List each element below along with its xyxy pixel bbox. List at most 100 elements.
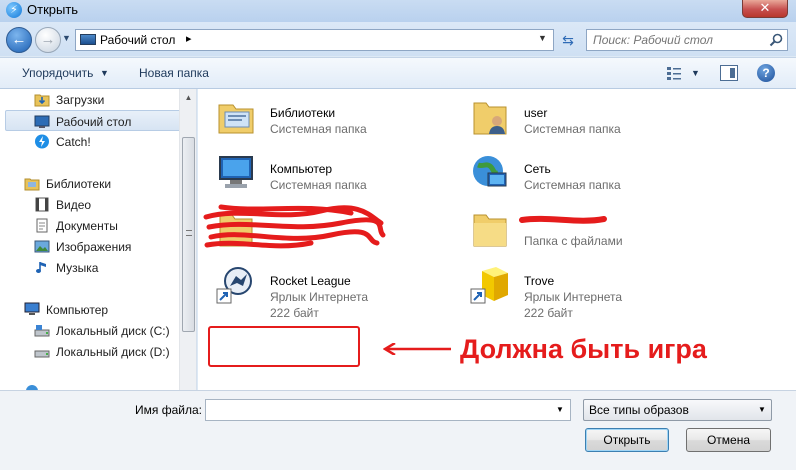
nav-label: Документы: [56, 219, 118, 233]
nav-label: Изображения: [56, 240, 132, 254]
organize-caret-icon[interactable]: ▼: [100, 68, 109, 78]
network-icon: [473, 156, 507, 187]
red-scribble-redaction: [203, 204, 386, 249]
filename-combobox[interactable]: ▼: [205, 399, 571, 421]
desktop-icon: [80, 34, 96, 45]
filename-dropdown-icon[interactable]: ▼: [556, 405, 564, 414]
nav-item-downloads[interactable]: Загрузки: [6, 89, 184, 110]
address-path[interactable]: Рабочий стол: [100, 33, 175, 47]
address-bar[interactable]: Рабочий стол ▸ ▼: [75, 29, 554, 51]
change-view-icon[interactable]: [666, 65, 682, 81]
file-item-computer[interactable]: Компьютер Системная папка: [198, 145, 438, 195]
scroll-grip: [186, 230, 192, 236]
nav-item-pictures[interactable]: Изображения: [6, 236, 184, 257]
command-bar: Упорядочить ▼ Новая папка ▼ ?: [0, 57, 796, 89]
file-size: 222 байт: [270, 306, 319, 320]
file-name: user: [524, 106, 548, 120]
nav-item-computer[interactable]: Компьютер: [6, 299, 184, 320]
nav-item-drive-c[interactable]: Локальный диск (C:): [6, 320, 184, 341]
drive-d-icon: [34, 350, 50, 358]
filter-dropdown-icon[interactable]: ▼: [758, 405, 766, 414]
music-library-icon: [36, 262, 46, 273]
file-type: Системная папка: [270, 178, 367, 192]
search-input[interactable]: [593, 33, 763, 47]
refresh-icon[interactable]: ⇆: [558, 30, 578, 50]
file-name: Rocket League: [270, 274, 351, 288]
filename-label: Имя файла:: [135, 403, 202, 417]
nav-label: Локальный диск (C:): [56, 324, 170, 338]
address-dropdown-icon[interactable]: ▼: [538, 33, 547, 43]
nav-label: Музыка: [56, 261, 99, 275]
file-name: Компьютер: [270, 162, 333, 176]
downloads-folder-icon: [34, 94, 50, 107]
file-item-trove[interactable]: Trove Ярлык Интернета 222 байт: [452, 257, 692, 320]
file-list: Библиотеки Системная папка user Системна…: [198, 89, 796, 390]
nav-item-documents[interactable]: Документы: [6, 215, 184, 236]
annotation-text: Должна быть игра: [460, 334, 707, 364]
breadcrumb-chevron-icon[interactable]: ▸: [186, 32, 192, 45]
nav-label: Локальный диск (D:): [56, 345, 170, 359]
nav-label: Загрузки: [56, 93, 105, 107]
file-type: Ярлык Интернета: [270, 290, 369, 304]
file-name: Trove: [524, 274, 555, 288]
pictures-library-icon: [34, 240, 50, 253]
search-box[interactable]: [586, 29, 788, 51]
forward-button[interactable]: →: [35, 27, 61, 53]
folder-icon: [473, 214, 507, 247]
drive-c-icon: [34, 325, 50, 337]
rocket-league-icon: [216, 267, 252, 304]
nav-item-catch[interactable]: Catch!: [6, 131, 184, 152]
search-icon[interactable]: [768, 32, 784, 48]
cancel-button[interactable]: Отмена: [686, 428, 771, 452]
navigation-pane: Загрузки Рабочий стол Catch! Библиотеки …: [0, 89, 197, 390]
file-type: Системная папка: [524, 178, 621, 192]
bottom-panel: Имя файла: ▼ Все типы образов ▼ Открыть …: [0, 390, 796, 470]
file-name: Сеть: [524, 162, 551, 176]
annotation-box: [208, 326, 360, 367]
file-name: Библиотеки: [270, 106, 336, 120]
file-type-filter[interactable]: Все типы образов ▼: [583, 399, 772, 421]
file-type: Системная папка: [270, 122, 367, 136]
close-button[interactable]: ✕: [742, 0, 788, 18]
nav-item-desktop[interactable]: Рабочий стол: [5, 110, 183, 131]
preview-pane-icon[interactable]: [720, 65, 738, 81]
view-caret-icon[interactable]: ▼: [691, 68, 700, 78]
catch-app-icon: [35, 134, 49, 149]
trove-icon: [470, 267, 508, 304]
back-button[interactable]: ←: [6, 27, 32, 53]
app-icon: ⚡: [6, 2, 22, 18]
nav-item-libraries[interactable]: Библиотеки: [6, 173, 184, 194]
file-item-network[interactable]: Сеть Системная папка: [452, 145, 692, 195]
red-scribble-redaction: [519, 215, 607, 224]
libraries-folder-icon: [218, 104, 254, 134]
new-folder-button[interactable]: Новая папка: [139, 66, 209, 80]
video-library-icon: [35, 197, 49, 212]
nav-item-drive-d[interactable]: Локальный диск (D:): [6, 341, 184, 362]
nav-label: Видео: [56, 198, 92, 212]
filename-input[interactable]: [210, 403, 540, 417]
file-type: Папка с файлами: [524, 234, 623, 248]
file-item-user[interactable]: user Системная папка: [452, 89, 692, 139]
title-bar: ⚡ Открыть ✕: [0, 0, 796, 22]
file-type-filter-value: Все типы образов: [589, 403, 689, 417]
nav-item-music[interactable]: Музыка: [6, 257, 184, 278]
computer-icon: [24, 302, 40, 315]
scroll-thumb[interactable]: [182, 137, 195, 332]
nav-label: Библиотеки: [46, 177, 112, 191]
file-item-rocket-league[interactable]: Rocket League Ярлык Интернета 222 байт: [198, 257, 438, 320]
computer-icon: [219, 156, 253, 188]
desktop-icon: [34, 115, 50, 128]
nav-item-network[interactable]: [6, 380, 184, 390]
nav-item-video[interactable]: Видео: [6, 194, 184, 215]
scroll-up-arrow-icon[interactable]: ▲: [180, 89, 196, 106]
history-dropdown-icon[interactable]: ▼: [62, 33, 74, 47]
organize-button[interactable]: Упорядочить: [22, 66, 93, 80]
file-type: Ярлык Интернета: [524, 290, 623, 304]
user-folder-icon: [473, 102, 507, 135]
nav-label: Catch!: [56, 135, 91, 149]
documents-library-icon: [36, 218, 48, 233]
help-icon[interactable]: ?: [757, 64, 775, 82]
nav-scrollbar[interactable]: ▲: [179, 89, 196, 390]
file-item-libraries[interactable]: Библиотеки Системная папка: [198, 89, 438, 139]
open-button[interactable]: Открыть: [585, 428, 669, 452]
